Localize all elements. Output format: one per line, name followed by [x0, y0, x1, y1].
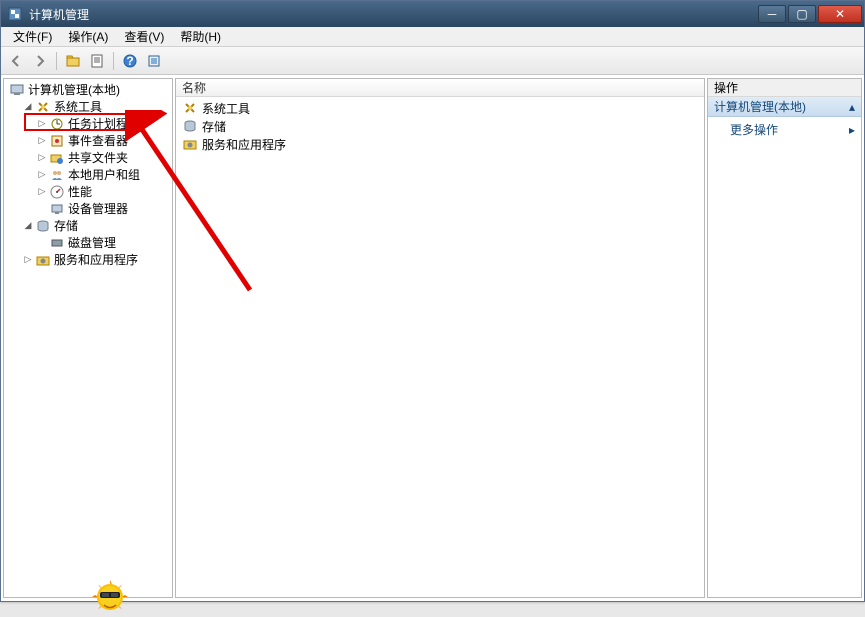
tree-children: ▷ 磁盘管理	[34, 234, 170, 251]
maximize-button[interactable]: ▢	[788, 5, 816, 23]
list-item-services[interactable]: 服务和应用程序	[178, 135, 702, 153]
tree-item-shared-folders[interactable]: ▷ 共享文件夹	[34, 149, 170, 166]
services-icon	[35, 252, 51, 268]
tree-item-disk-management[interactable]: ▷ 磁盘管理	[34, 234, 170, 251]
minimize-button[interactable]: －	[758, 5, 786, 23]
window-frame: 计算机管理 － ▢ ✕ 文件(F) 操作(A) 查看(V) 帮助(H) ?	[0, 0, 865, 602]
window-controls: － ▢ ✕	[756, 5, 862, 23]
action-item-label: 更多操作	[730, 121, 778, 138]
folder-up-icon[interactable]	[62, 50, 84, 72]
help-icon[interactable]: ?	[119, 50, 141, 72]
tree-children: ▷ 任务计划程序 ▷	[34, 115, 170, 217]
tree-item-label: 计算机管理(本地)	[28, 81, 120, 98]
window-title: 计算机管理	[29, 6, 756, 23]
tree-children: ◢ 系统工具 ▷	[20, 98, 170, 268]
shared-folder-icon	[49, 150, 65, 166]
toolbar: ?	[1, 47, 864, 75]
svg-text:?: ?	[126, 54, 133, 68]
tree-item-performance[interactable]: ▷ 性能	[34, 183, 170, 200]
sun-emoji-decoration	[85, 575, 135, 615]
tree-panel[interactable]: 计算机管理(本地) ◢ 系统工具	[3, 78, 173, 598]
tree-root-node: 计算机管理(本地) ◢ 系统工具	[6, 81, 170, 268]
users-icon	[49, 167, 65, 183]
close-button[interactable]: ✕	[818, 5, 862, 23]
tree-item-label: 本地用户和组	[68, 166, 140, 183]
storage-icon	[182, 118, 198, 134]
expand-icon[interactable]: ▷	[22, 254, 34, 266]
actions-panel-title: 操作	[708, 79, 861, 97]
tree-item-label: 服务和应用程序	[54, 251, 138, 268]
content-panel: 名称 系统工具 存储	[175, 78, 705, 598]
action-group-header[interactable]: 计算机管理(本地) ▴	[708, 97, 861, 117]
tree-item-label: 共享文件夹	[68, 149, 128, 166]
tree-item-computer-management[interactable]: 计算机管理(本地)	[6, 81, 170, 98]
tools-icon	[182, 100, 198, 116]
tree-item-local-users-groups[interactable]: ▷ 本地用户和组	[34, 166, 170, 183]
app-icon	[7, 6, 23, 22]
tree-item-event-viewer[interactable]: ▷ 事件查看器	[34, 132, 170, 149]
tree-item-label: 性能	[68, 183, 92, 200]
tree-item-task-scheduler[interactable]: ▷ 任务计划程序	[34, 115, 170, 132]
menubar: 文件(F) 操作(A) 查看(V) 帮助(H)	[1, 27, 864, 47]
storage-icon	[35, 218, 51, 234]
list-item-storage[interactable]: 存储	[178, 117, 702, 135]
clock-icon	[49, 116, 65, 132]
tree-item-label: 设备管理器	[68, 200, 128, 217]
collapse-triangle-icon: ▴	[849, 100, 855, 114]
collapse-icon[interactable]: ◢	[22, 220, 34, 232]
list-item-label: 服务和应用程序	[202, 136, 286, 153]
tree-item-device-manager[interactable]: ▷ 设备管理器	[34, 200, 170, 217]
content-list[interactable]: 系统工具 存储 服务和应用程序	[176, 97, 704, 597]
performance-icon	[49, 184, 65, 200]
services-icon	[182, 136, 198, 152]
tree-item-label: 系统工具	[54, 98, 102, 115]
tree-node-system-tools: ◢ 系统工具 ▷	[20, 98, 170, 217]
tools-icon	[35, 99, 51, 115]
menu-file[interactable]: 文件(F)	[5, 26, 60, 47]
collapse-icon[interactable]: ◢	[22, 101, 34, 113]
list-item-label: 存储	[202, 118, 226, 135]
action-group-label: 计算机管理(本地)	[714, 98, 806, 115]
tree-item-label: 事件查看器	[68, 132, 128, 149]
menu-view[interactable]: 查看(V)	[116, 26, 172, 47]
toolbar-separator	[56, 52, 57, 70]
list-item-system-tools[interactable]: 系统工具	[178, 99, 702, 117]
device-icon	[49, 201, 65, 217]
menu-action[interactable]: 操作(A)	[60, 26, 116, 47]
menu-help[interactable]: 帮助(H)	[172, 26, 229, 47]
tree-node-storage: ◢ 存储 ▷	[20, 217, 170, 251]
computer-icon	[9, 82, 25, 98]
column-header-name[interactable]: 名称	[176, 79, 212, 96]
properties-icon[interactable]	[86, 50, 108, 72]
actions-panel: 操作 计算机管理(本地) ▴ 更多操作 ▸	[707, 78, 862, 598]
refresh-icon[interactable]	[143, 50, 165, 72]
expand-icon[interactable]: ▷	[36, 186, 48, 198]
disk-icon	[49, 235, 65, 251]
toolbar-separator	[113, 52, 114, 70]
tree-item-label: 磁盘管理	[68, 234, 116, 251]
nav-forward-icon[interactable]	[29, 50, 51, 72]
tree-root-container: 计算机管理(本地) ◢ 系统工具	[4, 79, 172, 270]
tree-item-label: 任务计划程序	[68, 115, 140, 132]
tree-item-storage[interactable]: ◢ 存储	[20, 217, 170, 234]
expand-icon[interactable]: ▷	[36, 152, 48, 164]
expand-icon[interactable]: ▷	[36, 135, 48, 147]
content-header: 名称	[176, 79, 704, 97]
tree-item-label: 存储	[54, 217, 78, 234]
titlebar: 计算机管理 － ▢ ✕	[1, 1, 864, 27]
action-more[interactable]: 更多操作 ▸	[708, 117, 861, 142]
list-item-label: 系统工具	[202, 100, 250, 117]
tree-item-system-tools[interactable]: ◢ 系统工具	[20, 98, 170, 115]
nav-back-icon[interactable]	[5, 50, 27, 72]
expand-icon[interactable]: ▷	[36, 118, 48, 130]
tree-item-services[interactable]: ▷ 服务和应用程序	[20, 251, 170, 268]
main-area: 计算机管理(本地) ◢ 系统工具	[1, 76, 864, 600]
expand-icon[interactable]: ▷	[36, 169, 48, 181]
submenu-arrow-icon: ▸	[849, 123, 855, 137]
event-icon	[49, 133, 65, 149]
